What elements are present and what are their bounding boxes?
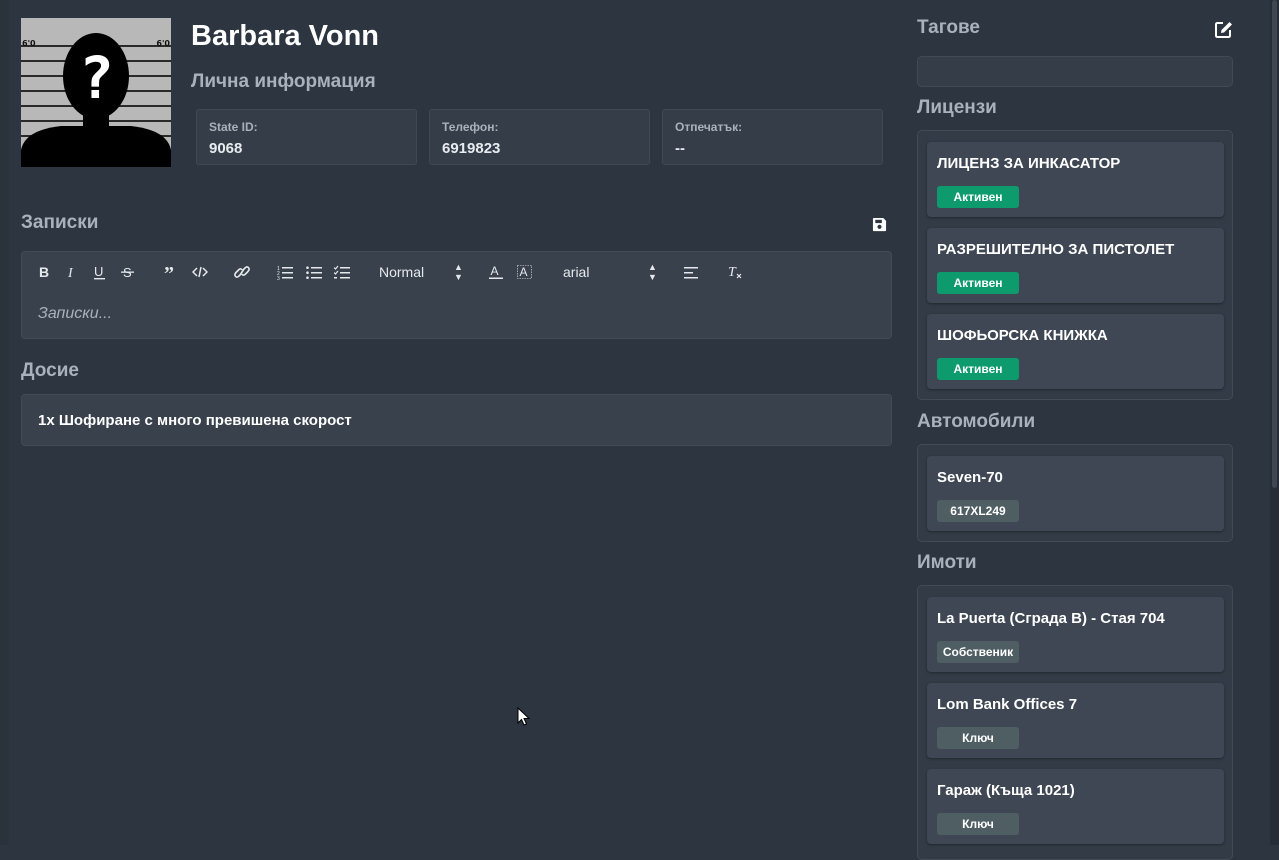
bold-icon[interactable]: B — [38, 263, 50, 281]
field-label: State ID: — [209, 120, 258, 134]
license-name: РАЗРЕШИТЕЛНО ЗА ПИСТОЛЕТ — [937, 241, 1175, 258]
field-label: Отпечатък: — [675, 120, 743, 134]
field-label: Телефон: — [442, 120, 499, 134]
scrollbar[interactable] — [1270, 0, 1279, 845]
property-name: Lom Bank Offices 7 — [937, 696, 1078, 713]
code-block-icon[interactable] — [192, 263, 208, 281]
strike-icon[interactable]: S — [121, 263, 135, 281]
profile-name: Barbara Vonn — [191, 20, 380, 52]
left-edge — [0, 0, 9, 845]
property-card[interactable]: Гараж (Къща 1021) Ключ — [927, 769, 1224, 844]
underline-icon[interactable]: U — [93, 263, 107, 281]
property-card[interactable]: Lom Bank Offices 7 Ключ — [927, 683, 1224, 758]
fingerprint-box: Отпечатък: -- — [662, 109, 883, 165]
dossier-item[interactable]: 1x Шофиране с много превишена скорост — [38, 412, 352, 429]
svg-text:T: T — [728, 265, 737, 280]
license-card[interactable]: РАЗРЕШИТЕЛНО ЗА ПИСТОЛЕТ Активен — [927, 228, 1224, 303]
check-list-icon[interactable] — [334, 263, 350, 281]
tags-input[interactable] — [917, 56, 1233, 87]
svg-text:”: ” — [164, 263, 174, 281]
licenses-title: Лицензи — [917, 97, 997, 118]
dossier-list: 1x Шофиране с много превишена скорост — [21, 394, 892, 446]
vehicles-panel: Seven-70 617XL249 — [917, 444, 1233, 542]
role-badge: Ключ — [937, 813, 1019, 835]
status-badge: Активен — [937, 186, 1019, 208]
italic-icon[interactable]: I — [66, 263, 78, 281]
size-select-value: Normal — [379, 264, 425, 280]
font-select[interactable]: arial ▲ ▼ — [563, 262, 658, 282]
role-badge: Ключ — [937, 727, 1019, 749]
blockquote-icon[interactable]: ” — [164, 263, 178, 281]
tags-title: Тагове — [917, 17, 980, 38]
mouse-cursor-icon — [517, 706, 531, 732]
vehicle-card[interactable]: Seven-70 617XL249 — [927, 456, 1224, 531]
link-icon[interactable] — [234, 263, 250, 281]
notes-input[interactable]: Записки... — [38, 305, 112, 323]
property-card[interactable]: La Puerta (Сграда B) - Стая 704 Собствен… — [927, 597, 1224, 672]
svg-text:B: B — [39, 264, 49, 280]
size-select[interactable]: Normal ▲ ▼ — [379, 262, 464, 282]
license-name: ШОФЬОРСКА КНИЖКА — [937, 327, 1108, 344]
svg-text:A: A — [520, 265, 528, 279]
text-color-icon[interactable]: A — [489, 263, 503, 281]
scrollbar-thumb[interactable] — [1272, 0, 1277, 488]
notes-editor[interactable]: B I U S ” 123 Normal ▲ ▼ A A arial ▲ ▼ T З… — [21, 251, 892, 339]
dossier-title: Досие — [21, 360, 79, 381]
align-icon[interactable] — [683, 263, 699, 281]
field-value: 9068 — [209, 140, 243, 157]
properties-panel: La Puerta (Сграда B) - Стая 704 Собствен… — [917, 585, 1233, 860]
license-name: ЛИЦЕНЗ ЗА ИНКАСАТОР — [937, 155, 1121, 172]
status-badge: Активен — [937, 272, 1019, 294]
vehicles-title: Автомобили — [917, 411, 1036, 432]
license-card[interactable]: ЛИЦЕНЗ ЗА ИНКАСАТОР Активен — [927, 142, 1224, 217]
property-name: La Puerta (Сграда B) - Стая 704 — [937, 610, 1165, 627]
clear-format-icon[interactable]: T — [727, 263, 743, 281]
phone-box: Телефон: 6919823 — [429, 109, 650, 165]
svg-text:I: I — [67, 266, 74, 281]
avatar: 6'0 6'0 ? — [21, 18, 171, 167]
status-badge: Активен — [937, 358, 1019, 380]
section-subtitle: Лична информация — [191, 71, 376, 92]
state-id-box: State ID: 9068 — [196, 109, 417, 165]
property-name: Гараж (Къща 1021) — [937, 782, 1075, 799]
edit-icon[interactable] — [1215, 21, 1233, 43]
font-select-value: arial — [563, 264, 590, 280]
properties-title: Имоти — [917, 552, 977, 573]
plate-badge: 617XL249 — [937, 500, 1019, 522]
field-value: -- — [675, 140, 685, 157]
select-arrows-icon: ▲ ▼ — [648, 262, 657, 282]
field-value: 6919823 — [442, 140, 501, 157]
vehicle-name: Seven-70 — [937, 469, 1003, 486]
select-arrows-icon: ▲ ▼ — [454, 262, 463, 282]
save-icon[interactable] — [872, 217, 887, 237]
licenses-panel: ЛИЦЕНЗ ЗА ИНКАСАТОР Активен РАЗРЕШИТЕЛНО… — [917, 130, 1233, 400]
unknown-mark: ? — [79, 44, 114, 112]
license-card[interactable]: ШОФЬОРСКА КНИЖКА Активен — [927, 314, 1224, 389]
ordered-list-icon[interactable]: 123 — [277, 263, 293, 281]
role-badge: Собственик — [937, 641, 1019, 663]
background-color-icon[interactable]: A — [517, 263, 533, 281]
bullet-list-icon[interactable] — [306, 263, 322, 281]
notes-title: Записки — [21, 212, 99, 233]
svg-text:A: A — [491, 264, 499, 278]
svg-text:3: 3 — [277, 276, 280, 281]
svg-text:U: U — [94, 264, 103, 279]
